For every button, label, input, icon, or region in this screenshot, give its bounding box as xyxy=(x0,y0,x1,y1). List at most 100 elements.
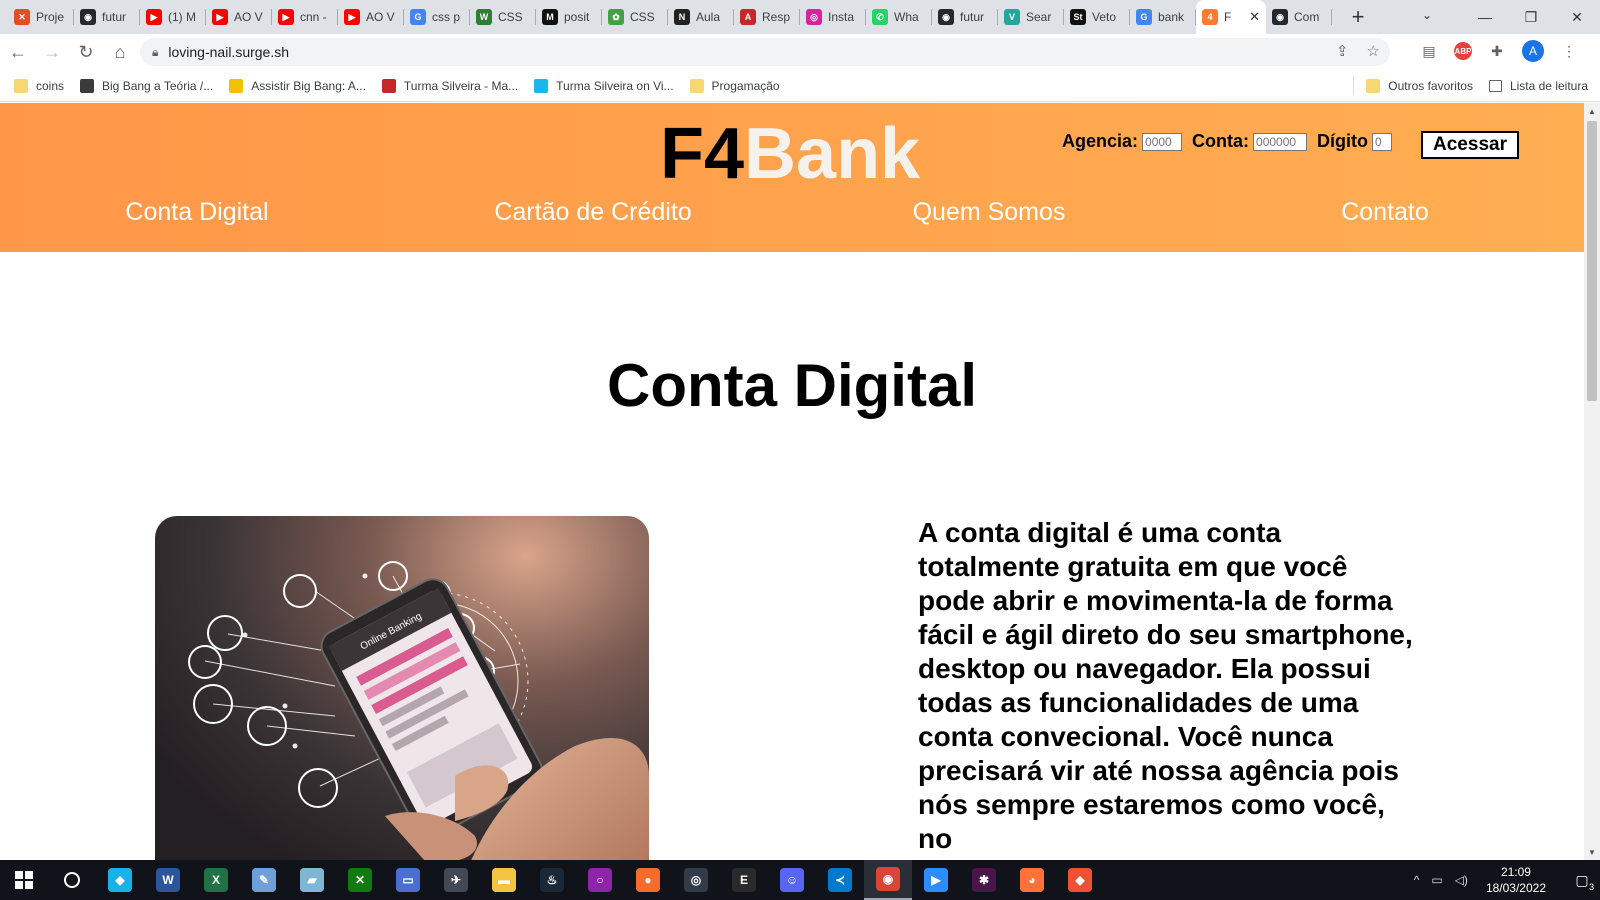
browser-tab[interactable]: A Resp xyxy=(734,0,800,34)
taskbar-app-ubisoft[interactable]: ◎ xyxy=(672,860,720,900)
taskbar-app-kodi[interactable]: ◆ xyxy=(96,860,144,900)
browser-tab[interactable]: ✆ Wha xyxy=(866,0,932,34)
bookmark-item[interactable]: Progamação xyxy=(689,78,780,93)
browser-tab[interactable]: ▶ cnn - xyxy=(272,0,338,34)
browser-tab[interactable]: ✿ CSS xyxy=(602,0,668,34)
bookmarks-divider xyxy=(1353,77,1355,95)
nav-contato[interactable]: Contato xyxy=(1341,198,1429,227)
browser-tab[interactable]: ◎ Insta xyxy=(800,0,866,34)
profile-avatar[interactable]: A xyxy=(1522,40,1544,62)
taskbar-app-display[interactable]: ▭ xyxy=(384,860,432,900)
page-scrollbar[interactable]: ▲ ▼ xyxy=(1584,103,1600,860)
windows-logo-icon xyxy=(15,871,33,889)
lock-icon: 🔒︎ xyxy=(152,44,159,59)
browser-tab[interactable]: ◉ futur xyxy=(74,0,140,34)
browser-tab[interactable]: ▶ AO V xyxy=(338,0,404,34)
browser-tab[interactable]: Mposit xyxy=(536,0,602,34)
digit-input[interactable] xyxy=(1372,132,1393,151)
scroll-down-arrow-icon[interactable]: ▼ xyxy=(1584,844,1600,860)
bookmark-item[interactable]: coins xyxy=(14,78,65,93)
taskbar-app-git[interactable]: ◆ xyxy=(1056,860,1104,900)
tray-chevron-icon[interactable]: ^ xyxy=(1414,873,1420,887)
browser-tab[interactable]: ✕ Proje xyxy=(8,0,74,34)
adblock-icon[interactable]: ABP xyxy=(1454,42,1472,60)
bookmark-star-icon[interactable]: ☆ xyxy=(1367,42,1380,60)
start-button[interactable] xyxy=(0,860,48,900)
reading-list-button[interactable]: Lista de leitura xyxy=(1488,79,1588,93)
taskbar-app-epic[interactable]: E xyxy=(720,860,768,900)
account-input[interactable] xyxy=(1253,132,1308,151)
close-window-button[interactable]: ✕ xyxy=(1554,0,1600,34)
notifications-button[interactable]: ▢ 3 xyxy=(1564,860,1600,900)
agency-input[interactable] xyxy=(1142,132,1183,151)
online-banking-image: Online Banking xyxy=(155,516,649,860)
taskbar-app-zoom[interactable]: ▶ xyxy=(912,860,960,900)
taskbar-apps: ◆ W X ✎ ▰ ✕ ▭ ✈ ▬ ♨ ○ ● ◎ E ☺ ≺ ◉ ▶ ✱ ◕ ◆ xyxy=(96,860,1104,900)
extensions-puzzle-icon[interactable]: ✚ xyxy=(1486,40,1508,62)
menu-kebab-icon[interactable]: ⋮ xyxy=(1558,40,1580,62)
browser-tab[interactable]: 4 F ✕ xyxy=(1196,0,1266,34)
bookmark-label: coins xyxy=(36,78,65,93)
browser-tab[interactable]: N Aula xyxy=(668,0,734,34)
address-bar[interactable]: 🔒︎ loving-nail.surge.sh xyxy=(140,38,1390,66)
restore-button[interactable]: ❐ xyxy=(1508,0,1554,34)
share-icon[interactable]: ⇪ xyxy=(1336,42,1349,60)
taskbar-app-word[interactable]: W xyxy=(144,860,192,900)
bookmark-item[interactable]: Big Bang a Teória /... xyxy=(80,78,213,93)
taskbar-app-xbox[interactable]: ✕ xyxy=(336,860,384,900)
new-tab-button[interactable]: + xyxy=(1340,4,1376,30)
browser-tab[interactable]: ◉ futur xyxy=(932,0,998,34)
site-logo[interactable]: F4Bank xyxy=(660,113,920,195)
tab-search-chevron-icon[interactable]: ⌄ xyxy=(1422,8,1432,22)
taskbar-app-steam[interactable]: ♨ xyxy=(528,860,576,900)
taskbar-app-chrome[interactable]: ◉ xyxy=(864,860,912,900)
home-button[interactable]: ⌂ xyxy=(104,36,136,68)
acessar-button[interactable]: Acessar xyxy=(1421,131,1519,159)
taskbar-app-paint[interactable]: ✎ xyxy=(240,860,288,900)
bookmark-item[interactable]: Turma Silveira on Vi... xyxy=(534,78,674,93)
taskbar-app-origin[interactable]: ● xyxy=(624,860,672,900)
search-button[interactable] xyxy=(48,860,96,900)
nav-cartao-de-credito[interactable]: Cartão de Crédito xyxy=(494,198,691,227)
taskbar-app-notes[interactable]: ▰ xyxy=(288,860,336,900)
forward-button[interactable]: → xyxy=(36,36,68,68)
browser-tab[interactable]: Gbank xyxy=(1130,0,1196,34)
nav-quem-somos[interactable]: Quem Somos xyxy=(913,198,1066,227)
tab-label: CSS xyxy=(498,10,523,24)
browser-tab[interactable]: ▶ AO V xyxy=(206,0,272,34)
bookmark-item[interactable]: Turma Silveira - Ma... xyxy=(381,78,518,93)
browser-toolbar: ← → ↻ ⌂ 🔒︎ loving-nail.surge.sh ⇪ ☆ ▤ AB… xyxy=(0,34,1600,70)
clock[interactable]: 21:09 18/03/2022 xyxy=(1486,864,1546,896)
tab-label: futur xyxy=(960,10,985,24)
browser-tab[interactable]: St Veto xyxy=(1064,0,1130,34)
browser-tab[interactable]: ▶ (1) M xyxy=(140,0,206,34)
omnibox-actions: ⇪ ☆ xyxy=(1336,42,1380,60)
other-bookmarks-folder[interactable]: Outros favoritos xyxy=(1366,79,1473,93)
taskbar-app-explorer[interactable]: ▬ xyxy=(480,860,528,900)
browser-tab[interactable]: V Sear xyxy=(998,0,1064,34)
browser-tab[interactable]: Gcss p xyxy=(404,0,470,34)
taskbar-app-circle-app[interactable]: ○ xyxy=(576,860,624,900)
taskbar-app-vscode[interactable]: ≺ xyxy=(816,860,864,900)
taskbar-app-excel[interactable]: X xyxy=(192,860,240,900)
nav-conta-digital[interactable]: Conta Digital xyxy=(125,198,268,227)
zoom-icon: ▶ xyxy=(924,868,948,892)
scroll-up-arrow-icon[interactable]: ▲ xyxy=(1584,103,1600,119)
minimize-button[interactable]: — xyxy=(1462,0,1508,34)
scroll-thumb[interactable] xyxy=(1587,121,1597,401)
browser-tab[interactable]: W CSS xyxy=(470,0,536,34)
volume-icon[interactable]: ◁) xyxy=(1455,873,1468,887)
taskbar-app-slack[interactable]: ✱ xyxy=(960,860,1008,900)
explorer-icon: ▬ xyxy=(492,868,516,892)
close-tab-icon[interactable]: ✕ xyxy=(1249,9,1260,25)
back-button[interactable]: ← xyxy=(2,36,34,68)
bookmark-item[interactable]: Assistir Big Bang: A... xyxy=(229,78,366,93)
browser-tab[interactable]: ◉ Com xyxy=(1266,0,1332,34)
taskbar-app-satellite[interactable]: ✈ xyxy=(432,860,480,900)
taskbar-app-discord[interactable]: ☺ xyxy=(768,860,816,900)
reload-button[interactable]: ↻ xyxy=(70,36,102,68)
network-icon[interactable]: ▭ xyxy=(1431,873,1442,887)
reading-mode-icon[interactable]: ▤ xyxy=(1418,40,1440,62)
taskbar-app-firefox[interactable]: ◕ xyxy=(1008,860,1056,900)
tab-label: F xyxy=(1224,10,1232,24)
